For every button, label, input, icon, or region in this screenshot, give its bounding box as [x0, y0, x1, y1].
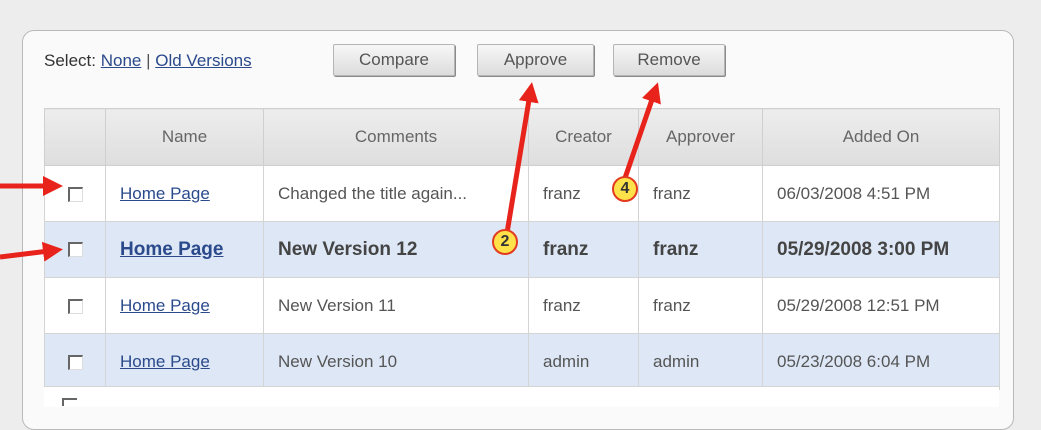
annotation-arrow-remove: [622, 82, 661, 179]
annotation-badge-4: 4: [612, 176, 638, 202]
annotation-arrow-row2: [0, 241, 63, 262]
annotation-badge-2: 2: [492, 229, 518, 255]
annotation-overlay: [0, 82, 661, 262]
annotation-arrow-approve: [504, 82, 539, 234]
